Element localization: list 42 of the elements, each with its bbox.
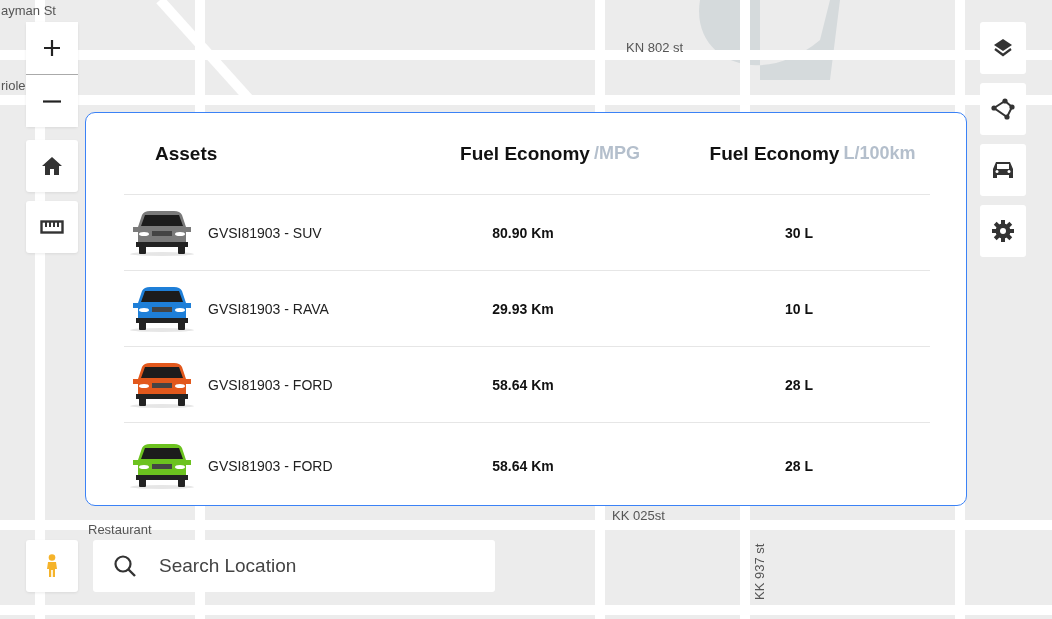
- table-cell: 80.90 Km: [492, 224, 554, 241]
- layers-button[interactable]: [980, 22, 1026, 74]
- asset-name: GVSI81903 - FORD: [208, 376, 333, 393]
- table-cell: 29.93 Km: [492, 300, 554, 317]
- layers-icon: [992, 37, 1014, 59]
- car-icon: [991, 160, 1015, 180]
- street-label: Restaurant: [88, 522, 152, 537]
- column-header: Fuel Economy: [460, 142, 590, 165]
- unit-label: L/100km: [843, 143, 916, 164]
- column-header: Assets: [155, 142, 218, 165]
- vehicle-button[interactable]: [980, 144, 1026, 196]
- street-label: ayman St: [1, 3, 56, 18]
- street-label: KN 802 st: [626, 40, 684, 55]
- asset-name: GVSI81903 - SUV: [208, 224, 322, 241]
- table-cell: 58.64 Km: [492, 376, 554, 393]
- table-cell: 58.64 Km: [492, 458, 554, 474]
- settings-button[interactable]: [980, 205, 1026, 257]
- street-label: riole: [1, 78, 26, 93]
- ruler-button[interactable]: [26, 201, 78, 253]
- person-icon: [46, 554, 58, 578]
- plus-icon: [42, 38, 62, 58]
- table-cell: 28 L: [785, 458, 813, 474]
- zoom-in-button[interactable]: [26, 22, 78, 74]
- search-field[interactable]: Search Location: [93, 540, 495, 592]
- street-label: KK 025st: [612, 508, 665, 523]
- asset-name: GVSI81903 - FORD: [208, 458, 333, 474]
- search-input[interactable]: Search Location: [157, 554, 461, 578]
- ruler-icon: [40, 220, 64, 234]
- column-header: Fuel Economy: [709, 142, 840, 165]
- table-cell: 28 L: [785, 376, 813, 393]
- route-button[interactable]: [980, 83, 1026, 135]
- connected-nodes-icon: [991, 97, 1015, 121]
- search-icon: [113, 554, 137, 578]
- table-cell: 30 L: [785, 224, 813, 241]
- settings-icon: [992, 220, 1014, 242]
- unit-label: /MPG: [593, 143, 640, 164]
- home-button[interactable]: [26, 140, 78, 192]
- street-label: KK 937 st: [752, 543, 767, 600]
- minus-icon: [43, 99, 61, 103]
- asset-name: GVSI81903 - RAVA: [208, 300, 329, 317]
- home-icon: [41, 156, 63, 176]
- table-cell: 10 L: [785, 300, 813, 317]
